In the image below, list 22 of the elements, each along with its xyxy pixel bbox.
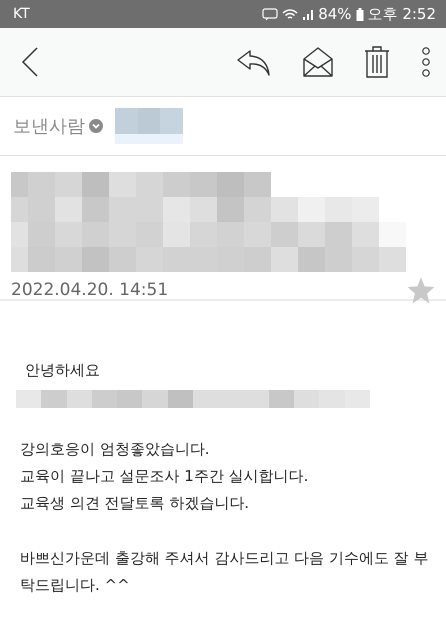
star-icon[interactable] bbox=[406, 276, 436, 304]
chevron-down-icon[interactable] bbox=[89, 119, 103, 133]
envelope-button[interactable] bbox=[302, 46, 334, 78]
carrier-name: KT bbox=[13, 6, 30, 22]
back-button[interactable] bbox=[20, 46, 40, 78]
body-text-line: 교육이 끝나고 설문조사 1주간 실시합니다. bbox=[20, 466, 310, 487]
greeting-text: 안녕하세요 bbox=[24, 361, 101, 380]
date-text: 2022.04.20. 14:51 bbox=[11, 280, 168, 300]
body-text-line: 교육생 의견 전달토록 하겠습니다. bbox=[20, 493, 250, 514]
body-text-line: 탁드립니다. ^^ bbox=[20, 575, 131, 596]
redacted-sender bbox=[115, 108, 183, 144]
sender-label: 보낸사람 bbox=[13, 115, 85, 138]
signal-icon bbox=[302, 8, 314, 20]
battery-icon bbox=[356, 8, 364, 20]
body-text-line: 바쁘신가운데 출강해 주셔서 감사드리고 다음 기수에도 잘 부 bbox=[20, 548, 430, 569]
trash-button[interactable] bbox=[364, 45, 390, 79]
more-options-button[interactable] bbox=[420, 46, 432, 78]
wifi-icon bbox=[282, 8, 298, 20]
body-text-line: 강의호응이 엄청좋았습니다. bbox=[20, 439, 211, 460]
reply-button[interactable] bbox=[236, 48, 272, 76]
clock: 오후 2:52 bbox=[368, 4, 436, 24]
battery-percent: 84% bbox=[318, 5, 352, 23]
